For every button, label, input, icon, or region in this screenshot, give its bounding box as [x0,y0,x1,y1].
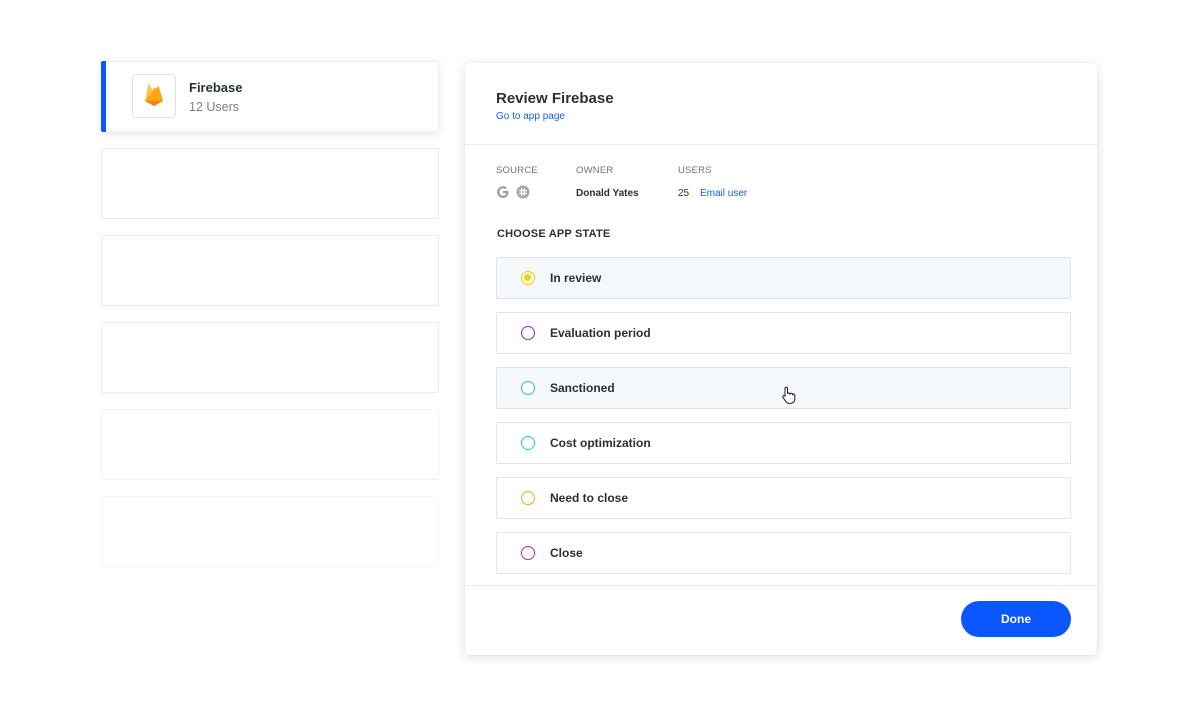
radio-icon [521,491,535,505]
radio-icon [521,381,535,395]
review-panel-header: Review Firebase Go to app page [465,63,1097,145]
state-label: Close [550,546,583,560]
review-panel-footer: Done [465,585,1097,655]
radio-icon [521,271,535,285]
page-title: Review Firebase [496,90,614,107]
app-list-item-firebase[interactable]: Firebase 12 Users [101,61,439,132]
state-label: Need to close [550,491,629,505]
google-icon [496,185,510,199]
state-option-in-review[interactable]: In review [496,257,1071,299]
app-name: Firebase [189,80,243,95]
radio-icon [521,436,535,450]
state-option-need-to-close[interactable]: Need to close [496,477,1071,519]
state-label: Cost optimization [550,436,651,450]
app-logo [132,74,176,118]
owner-label: OWNER [576,165,614,176]
app-review-screen: Firebase 12 Users Review Firebase Go to … [0,0,1200,717]
state-option-cost-optimization[interactable]: Cost optimization [496,422,1071,464]
radio-icon [521,546,535,560]
review-panel: Review Firebase Go to app page SOURCE OW… [465,63,1097,655]
slack-icon [516,185,530,199]
source-label: SOURCE [496,165,538,176]
users-label: USERS [678,165,712,176]
users-count: 25 [678,188,690,199]
active-indicator [101,61,106,132]
source-icons [496,185,530,199]
state-option-evaluation-period[interactable]: Evaluation period [496,312,1071,354]
firebase-flame-icon [143,81,165,112]
app-list-item-placeholder[interactable] [101,322,439,393]
go-to-app-page-link[interactable]: Go to app page [496,111,565,122]
state-label: Sanctioned [550,381,615,395]
app-list-item-placeholder[interactable] [101,235,439,306]
radio-icon [521,326,535,340]
app-list-item-placeholder[interactable] [101,409,439,480]
choose-app-state-title: CHOOSE APP STATE [497,228,611,240]
app-user-count: 12 Users [189,100,240,114]
app-list-item-placeholder[interactable] [101,148,439,219]
state-label: In review [550,271,602,285]
app-list-item-placeholder[interactable] [101,496,439,567]
state-label: Evaluation period [550,326,651,340]
done-button[interactable]: Done [961,601,1071,637]
owner-name: Donald Yates [576,188,639,199]
email-user-link[interactable]: Email user [700,188,747,199]
state-option-close[interactable]: Close [496,532,1071,574]
hand-cursor-icon [781,386,797,410]
